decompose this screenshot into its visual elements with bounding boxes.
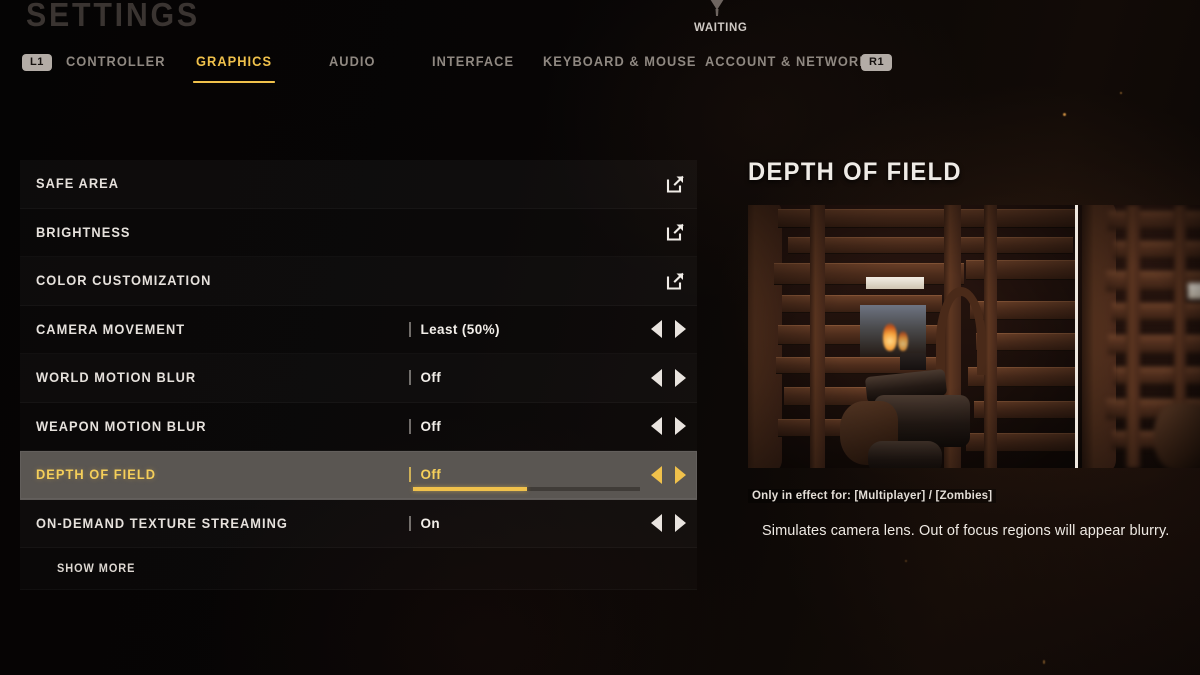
stepper-prev-arrow[interactable]	[651, 417, 662, 436]
setting-value: Least (50%)	[420, 321, 500, 337]
preview-effect-note: Only in effect for: [Multiplayer] / [Zom…	[748, 489, 997, 503]
setting-value-group: Least (50%)	[409, 306, 500, 354]
value-tick	[409, 321, 411, 337]
setting-label: CAMERA MOVEMENT	[36, 321, 186, 337]
bumper-l1-badge[interactable]: L1	[22, 54, 52, 71]
stepper-next-arrow[interactable]	[675, 320, 686, 339]
setting-slider-fill	[413, 487, 527, 491]
stepper-next-arrow[interactable]	[675, 368, 686, 387]
page-title: SETTINGS	[26, 0, 200, 33]
setting-value: Off	[420, 370, 442, 386]
setting-label: WEAPON MOTION BLUR	[36, 418, 207, 434]
setting-value-group: Off	[409, 354, 441, 402]
setting-label: BRIGHTNESS	[36, 224, 131, 240]
setting-label: DEPTH OF FIELD	[36, 467, 157, 483]
value-tick	[409, 515, 411, 531]
tab-underline	[193, 80, 275, 83]
stepper-arrows	[651, 500, 686, 548]
tab-graphics-label: GRAPHICS	[196, 54, 273, 69]
stepper-next-arrow[interactable]	[675, 417, 686, 436]
bumper-r1-badge[interactable]: R1	[861, 54, 893, 71]
setting-label: SAFE AREA	[36, 176, 120, 192]
stepper-prev-arrow[interactable]	[651, 465, 662, 484]
setting-value: Off	[420, 467, 442, 483]
setting-label: ON-DEMAND TEXTURE STREAMING	[36, 515, 288, 531]
preview-image-after	[1078, 205, 1200, 468]
tab-controller[interactable]: CONTROLLER	[66, 54, 166, 69]
show-more-label: SHOW MORE	[57, 562, 136, 575]
stepper-prev-arrow[interactable]	[651, 514, 662, 533]
setting-row-on-demand-texture-streaming[interactable]: ON-DEMAND TEXTURE STREAMING On	[20, 500, 697, 549]
stepper-prev-arrow[interactable]	[651, 368, 662, 387]
stepper-arrows	[651, 451, 686, 499]
stepper-arrows	[651, 354, 686, 402]
stepper-arrows	[651, 403, 686, 451]
setting-value: Off	[420, 418, 442, 434]
stepper-next-arrow[interactable]	[675, 514, 686, 533]
setting-row-camera-movement[interactable]: CAMERA MOVEMENT Least (50%)	[20, 306, 697, 355]
tab-audio[interactable]: AUDIO	[329, 54, 376, 69]
tab-keyboard-mouse-label: KEYBOARD & MOUSE	[543, 54, 697, 69]
waiting-spinner-icon	[710, 0, 724, 16]
setting-value-group: Off	[409, 451, 441, 499]
preview-comparison	[748, 205, 1200, 468]
setting-value-group: Off	[409, 403, 441, 451]
tab-graphics[interactable]: GRAPHICS	[193, 54, 275, 83]
setting-row-depth-of-field[interactable]: DEPTH OF FIELD Off	[20, 451, 697, 500]
tab-audio-label: AUDIO	[329, 54, 376, 69]
tab-account-network-label: ACCOUNT & NETWORK	[705, 54, 870, 69]
value-tick	[409, 418, 411, 434]
preview-image-before	[748, 205, 1075, 468]
preview-description: Simulates camera lens. Out of focus regi…	[762, 523, 1170, 539]
status-label: WAITING	[694, 22, 748, 34]
tab-bar: L1 CONTROLLER GRAPHICS AUDIO INTERFACE K…	[0, 52, 1200, 88]
tab-account-network[interactable]: ACCOUNT & NETWORK	[705, 54, 870, 69]
show-more-button[interactable]: SHOW MORE	[20, 548, 697, 590]
setting-row-brightness[interactable]: BRIGHTNESS	[20, 209, 697, 258]
stepper-next-arrow[interactable]	[675, 465, 686, 484]
preview-panel: DEPTH OF FIELD Only in effect for: [Mult…	[748, 158, 1200, 539]
setting-value: On	[420, 515, 441, 531]
setting-row-world-motion-blur[interactable]: WORLD MOTION BLUR Off	[20, 354, 697, 403]
setting-label: WORLD MOTION BLUR	[36, 370, 197, 386]
external-link-icon[interactable]	[666, 223, 685, 242]
stepper-prev-arrow[interactable]	[651, 320, 662, 339]
setting-row-weapon-motion-blur[interactable]: WEAPON MOTION BLUR Off	[20, 403, 697, 452]
external-link-icon[interactable]	[666, 271, 685, 290]
tab-interface[interactable]: INTERFACE	[432, 54, 514, 69]
stepper-arrows	[651, 306, 686, 354]
tab-interface-label: INTERFACE	[432, 54, 515, 69]
setting-label: COLOR CUSTOMIZATION	[36, 273, 212, 289]
setting-row-color-customization[interactable]: COLOR CUSTOMIZATION	[20, 257, 697, 306]
external-link-icon[interactable]	[666, 174, 685, 193]
setting-value-group: On	[409, 500, 440, 548]
tab-controller-label: CONTROLLER	[66, 54, 166, 69]
settings-list: SAFE AREA BRIGHTNESS COLOR CUSTOMIZATION…	[20, 160, 697, 590]
tab-keyboard-mouse[interactable]: KEYBOARD & MOUSE	[543, 54, 697, 69]
value-tick	[409, 467, 411, 483]
preview-title: DEPTH OF FIELD	[748, 158, 962, 186]
setting-row-safe-area[interactable]: SAFE AREA	[20, 160, 697, 209]
setting-slider-track[interactable]	[413, 487, 640, 491]
value-tick	[409, 370, 411, 386]
